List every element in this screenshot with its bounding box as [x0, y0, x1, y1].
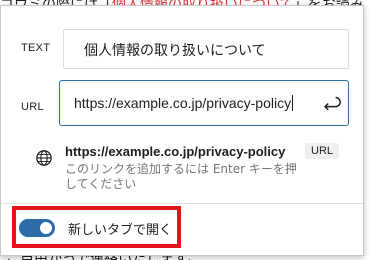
link-text-input[interactable]: 個人情報の取り扱いについて — [63, 29, 349, 69]
settings-divider — [1, 203, 363, 204]
link-url-value: https://example.co.jp/privacy-policy — [74, 95, 294, 111]
url-label: URL — [21, 101, 44, 113]
link-url-input[interactable]: https://example.co.jp/privacy-policy — [59, 80, 349, 126]
toggle-knob — [40, 222, 52, 234]
link-text-value: 個人情報の取り扱いについて — [84, 43, 266, 59]
open-in-new-tab-toggle[interactable] — [19, 219, 55, 237]
suggestion-hint: このリンクを追加するには Enter キーを押してください — [65, 162, 297, 191]
suggestion-url: https://example.co.jp/privacy-policy — [65, 144, 286, 159]
text-label: TEXT — [21, 42, 51, 54]
open-in-new-tab-label[interactable]: 新しいタブで開く — [68, 219, 172, 238]
link-suggestion-item[interactable]: https://example.co.jp/privacy-policy このリ… — [31, 139, 351, 191]
text-caret — [292, 95, 294, 111]
editor-canvas: ゴウミの際には「個人情報の取り扱いについて」をお読み ご自由かっで連絡いたします… — [0, 0, 371, 260]
url-type-badge: URL — [305, 143, 340, 159]
globe-icon — [36, 150, 52, 166]
enter-return-icon[interactable] — [320, 92, 342, 114]
